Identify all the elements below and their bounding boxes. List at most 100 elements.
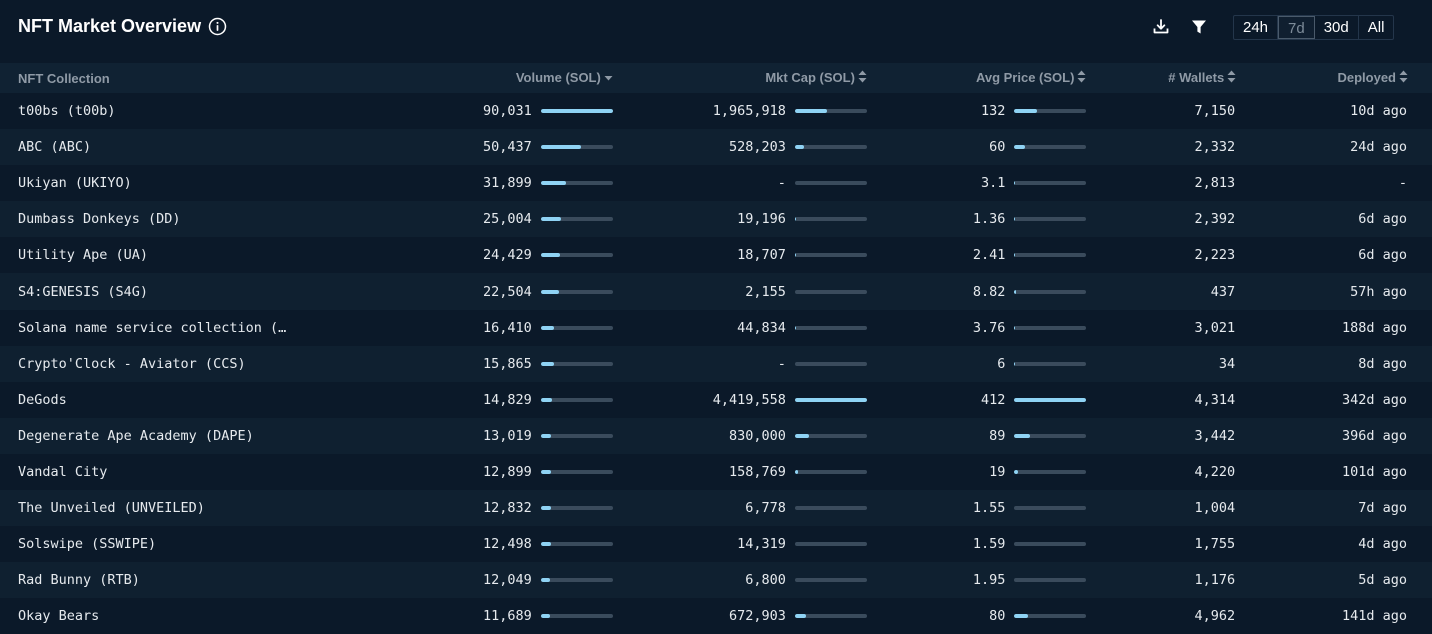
column-header-avg-price[interactable]: Avg Price (SOL) [867, 63, 1087, 93]
table-row[interactable]: Dumbass Donkeys (DD) 25,004 19,196 1.36 2,39… [0, 201, 1432, 238]
avg-price-value-with-bar: 60 [989, 139, 1087, 155]
range-7d-button[interactable]: 7d [1278, 16, 1315, 39]
avg-price-bar [1014, 397, 1087, 402]
avg-price-bar [1014, 506, 1087, 511]
table-row[interactable]: Degenerate Ape Academy (DAPE) 13,019 830,0… [0, 417, 1432, 454]
deployed-value: 7d ago [1358, 500, 1407, 517]
column-header-volume[interactable]: Volume (SOL) [366, 63, 613, 93]
mktcap-bar [794, 253, 867, 258]
table-row[interactable]: t00bs (t00b) 90,031 1,965,918 132 7,150 10d a… [0, 93, 1432, 130]
collection-name-cell[interactable]: The Unveiled (UNVEILED) [0, 490, 366, 526]
mktcap-value-with-bar: 1,965,918 [713, 103, 867, 119]
column-header-wallets[interactable]: # Wallets [1086, 63, 1258, 93]
table-row[interactable]: Solswipe (SSWIPE) 12,498 14,319 1.59 1,755 4d… [0, 526, 1432, 563]
wallets-cell: 4,220 [1086, 454, 1258, 490]
avg-price-value-with-bar: 1.59 [973, 536, 1087, 552]
table-row[interactable]: Rad Bunny (RTB) 12,049 6,800 1.95 1,176 5d ag… [0, 562, 1432, 599]
avg-price-bar-fill [1014, 217, 1016, 222]
collection-name-cell[interactable]: Okay Bears [0, 598, 366, 634]
table-row[interactable]: Solana name service collection (… 16,410 4… [0, 309, 1432, 346]
avg-price-value-with-bar: 1.55 [973, 500, 1087, 516]
avg-price-bar-fill [1014, 145, 1026, 150]
range-30d-button[interactable]: 30d [1315, 16, 1359, 39]
collection-name-cell[interactable]: Dumbass Donkeys (DD) [0, 201, 366, 237]
table-row[interactable]: DeGods 14,829 4,419,558 412 4,314 342d ago [0, 381, 1432, 418]
avg-price-value-with-bar: 3.76 [973, 320, 1087, 336]
volume-value-with-bar: 13,019 [483, 428, 613, 444]
volume-bar-fill [540, 506, 551, 511]
mktcap-bar [794, 217, 867, 222]
collection-name-cell[interactable]: Crypto'Clock - Aviator (CCS) [0, 346, 366, 382]
table-row[interactable]: The Unveiled (UNVEILED) 12,832 6,778 1.55 1,… [0, 490, 1432, 527]
volume-cell: 12,049 [366, 562, 613, 598]
mktcap-bar [794, 397, 867, 402]
volume-bar [540, 397, 613, 402]
collection-name-cell[interactable]: t00bs (t00b) [0, 93, 366, 129]
avg-price-bar [1014, 181, 1087, 186]
mktcap-value: 18,707 [737, 247, 786, 264]
avg-price-value: 132 [981, 103, 1006, 120]
sort-descending-icon [604, 71, 613, 86]
avg-price-cell: 8.82 [867, 273, 1087, 309]
avg-price-value: 80 [989, 608, 1006, 625]
table-row[interactable]: Utility Ape (UA) 24,429 18,707 2.41 2,223 6d … [0, 237, 1432, 274]
collection-name-cell[interactable]: Rad Bunny (RTB) [0, 562, 366, 598]
collection-name-cell[interactable]: Solswipe (SSWIPE) [0, 526, 366, 562]
collection-name-cell[interactable]: DeGods [0, 382, 366, 418]
volume-bar-fill [540, 217, 561, 222]
deployed-cell: 6d ago [1258, 201, 1432, 237]
avg-price-value: 8.82 [972, 283, 1006, 300]
deployed-cell: 5d ago [1258, 562, 1432, 598]
mktcap-bar-fill [794, 217, 796, 222]
avg-price-value-with-bar: 89 [989, 427, 1087, 444]
download-icon[interactable] [1151, 17, 1171, 37]
filter-icon[interactable] [1189, 17, 1209, 37]
column-header-mktcap[interactable]: Mkt Cap (SOL) [613, 63, 867, 93]
table-row[interactable]: Vandal City 12,899 158,769 19 4,220 101d ago [0, 453, 1432, 491]
collection-name-cell[interactable]: S4:GENESIS (S4G) [0, 273, 366, 309]
mktcap-value-with-bar: 6,778 [745, 500, 867, 516]
collection-name: Degenerate Ape Academy (DAPE) [18, 427, 254, 444]
collection-name-cell[interactable]: Degenerate Ape Academy (DAPE) [0, 418, 366, 454]
table-row[interactable]: S4:GENESIS (S4G) 22,504 2,155 8.82 437 57h ag… [0, 273, 1432, 310]
page-title: NFT Market Overview [18, 16, 227, 37]
column-label: Avg Price (SOL) [975, 69, 1075, 85]
range-24h-button[interactable]: 24h [1234, 16, 1279, 39]
collection-name-cell[interactable]: Solana name service collection (… [0, 310, 366, 346]
wallets-value: 3,442 [1194, 427, 1236, 444]
volume-value: 12,899 [483, 463, 532, 480]
column-header-collection[interactable]: NFT Collection [0, 63, 366, 93]
title-text: NFT Market Overview [18, 16, 202, 36]
mktcap-value: 528,203 [729, 139, 786, 156]
table-row[interactable]: Ukiyan (UKIYO) 31,899 - 3.1 2,813 - [0, 165, 1432, 202]
volume-cell: 50,437 [366, 129, 613, 165]
range-all-button[interactable]: All [1359, 16, 1394, 39]
avg-price-value: 89 [989, 427, 1006, 444]
mktcap-cell: 18,707 [613, 237, 867, 273]
column-label: Mkt Cap (SOL) [765, 69, 855, 85]
collection-name-cell[interactable]: Ukiyan (UKIYO) [0, 165, 366, 201]
table-row[interactable]: Crypto'Clock - Aviator (CCS) 15,865 - 6 34 8d… [0, 345, 1432, 382]
mktcap-bar [794, 614, 867, 619]
collection-name-cell[interactable]: Utility Ape (UA) [0, 237, 366, 273]
info-icon[interactable] [208, 17, 227, 36]
mktcap-value: 158,769 [729, 463, 786, 480]
avg-price-bar-fill [1014, 469, 1019, 474]
mktcap-bar [794, 181, 867, 186]
wallets-value: 2,223 [1194, 247, 1236, 264]
column-header-deployed[interactable]: Deployed [1258, 63, 1432, 93]
collection-name-cell[interactable]: ABC (ABC) [0, 129, 366, 165]
volume-value: 13,019 [483, 427, 532, 444]
table-row[interactable]: Okay Bears 11,689 672,903 80 4,962 141d ago [0, 598, 1432, 634]
avg-price-value: 412 [981, 391, 1006, 408]
collection-name-cell[interactable]: Vandal City [0, 454, 366, 490]
table-row[interactable]: ABC (ABC) 50,437 528,203 60 2,332 24d ago [0, 129, 1432, 166]
avg-price-cell: 2.41 [867, 237, 1087, 273]
wallets-cell: 2,392 [1086, 201, 1258, 237]
deployed-cell: 7d ago [1258, 490, 1432, 526]
avg-price-bar [1014, 109, 1087, 114]
avg-price-bar-fill [1014, 253, 1016, 258]
deployed-value: 396d ago [1341, 427, 1407, 444]
volume-bar-fill [540, 289, 559, 294]
wallets-value: 1,176 [1194, 572, 1236, 589]
